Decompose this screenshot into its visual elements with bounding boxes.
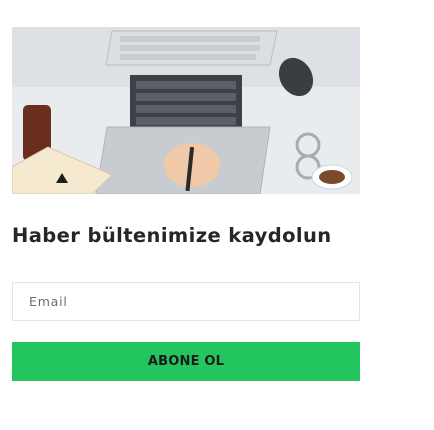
hero-image (12, 27, 360, 194)
desk-workspace-illustration (12, 27, 360, 194)
newsletter-title: Haber bültenimize kaydolun (12, 224, 332, 247)
subscribe-button[interactable]: ABONE OL (12, 342, 360, 381)
email-input[interactable] (12, 282, 360, 321)
